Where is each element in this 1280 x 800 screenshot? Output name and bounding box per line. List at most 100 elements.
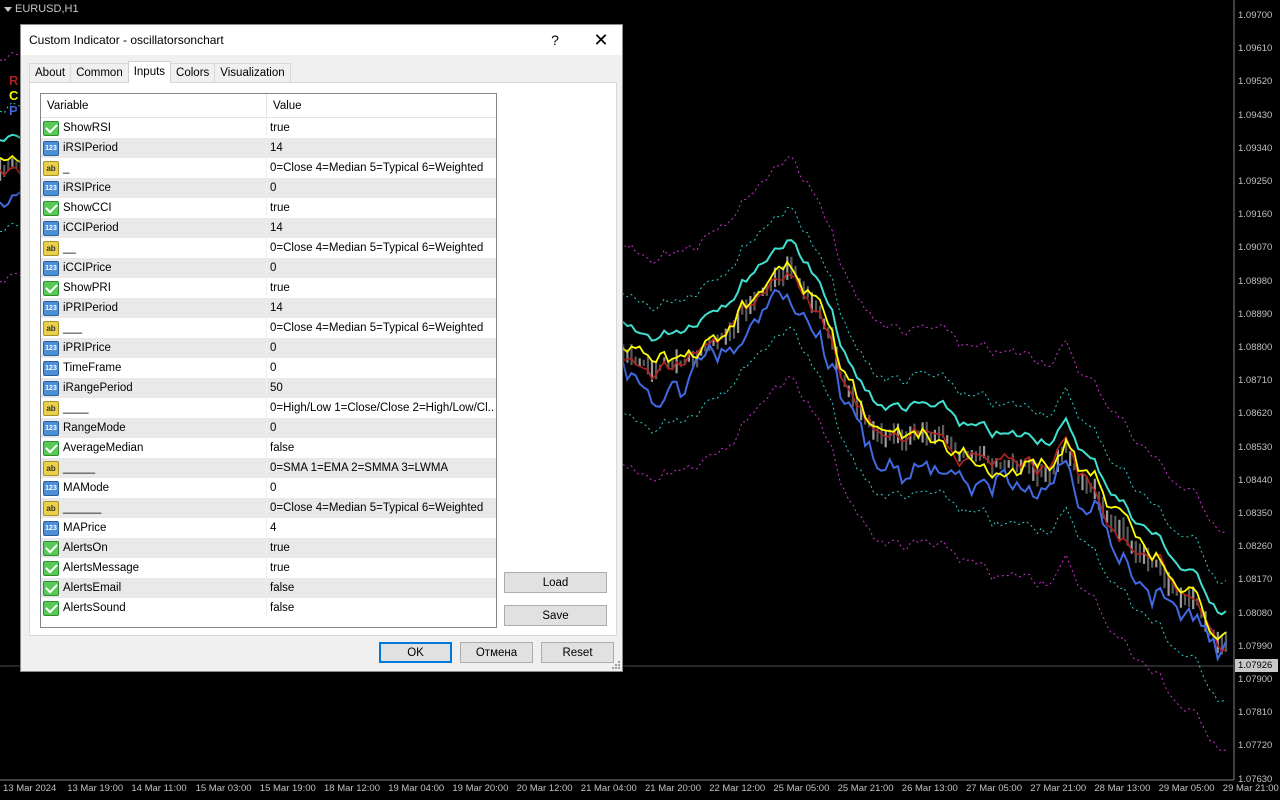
table-row[interactable]: ab ______ 0=Close 4=Median 5=Typical 6=Wei…: [41, 498, 496, 518]
time-tick-label: 13 Mar 19:00: [67, 783, 124, 794]
value-cell[interactable]: 14: [267, 302, 495, 314]
price-tick-label: 1.09430: [1238, 109, 1273, 121]
variable-cell: AverageMedian: [41, 438, 267, 458]
variable-name: iPRIPrice: [63, 342, 111, 354]
value-cell[interactable]: false: [267, 582, 495, 594]
tab-common[interactable]: Common: [70, 63, 129, 83]
table-row[interactable]: ShowCCI true: [41, 198, 496, 218]
resize-grip-icon[interactable]: [610, 659, 620, 669]
value-cell[interactable]: true: [267, 562, 495, 574]
value-cell[interactable]: true: [267, 202, 495, 214]
price-tick-label: 1.09250: [1238, 176, 1273, 187]
table-row[interactable]: 123 MAPrice 4: [41, 518, 496, 538]
value-cell[interactable]: 0=Close 4=Median 5=Typical 6=Weighted: [267, 242, 495, 254]
value-cell[interactable]: 0: [267, 182, 495, 194]
column-header-variable[interactable]: Variable: [41, 94, 267, 117]
value-cell[interactable]: 50: [267, 382, 495, 394]
table-row[interactable]: ab __ 0=Close 4=Median 5=Typical 6=Weighte…: [41, 238, 496, 258]
cancel-button[interactable]: Отмена: [460, 642, 533, 663]
variable-name: ShowPRI: [63, 282, 111, 294]
table-row[interactable]: 123 RangeMode 0: [41, 418, 496, 438]
price-tick-label: 1.09070: [1238, 242, 1273, 254]
help-button[interactable]: ?: [532, 25, 578, 55]
column-header-value[interactable]: Value: [267, 94, 302, 117]
price-tick-label: 1.08620: [1238, 408, 1273, 420]
tab-about[interactable]: About: [29, 63, 72, 83]
variable-cell: ab ___: [41, 318, 267, 338]
value-cell[interactable]: 0=High/Low 1=Close/Close 2=High/Low/Cl..…: [267, 402, 495, 414]
variable-name: ____: [63, 402, 89, 414]
save-button[interactable]: Save: [504, 605, 607, 626]
ok-button[interactable]: OK: [379, 642, 452, 663]
time-tick-label: 20 Mar 12:00: [516, 783, 573, 794]
dialog-titlebar[interactable]: Custom Indicator - oscillatorsonchart ? …: [21, 25, 622, 55]
reset-button[interactable]: Reset: [541, 642, 614, 663]
tab-colors[interactable]: Colors: [170, 63, 216, 83]
table-row[interactable]: 123 iPRIPeriod 14: [41, 298, 496, 318]
table-row[interactable]: ab ____ 0=High/Low 1=Close/Close 2=High/Lo…: [41, 398, 496, 418]
variable-name: ___: [63, 322, 83, 334]
variable-cell: 123 iPRIPrice: [41, 338, 267, 358]
table-row[interactable]: 123 TimeFrame 0: [41, 358, 496, 378]
table-row[interactable]: ShowRSI true: [41, 118, 496, 138]
table-row[interactable]: AlertsMessage true: [41, 558, 496, 578]
bool-type-icon: [43, 560, 59, 576]
table-row[interactable]: 123 iPRIPrice 0: [41, 338, 496, 358]
price-tick-label: 1.07810: [1238, 707, 1273, 719]
variable-cell: 123 TimeFrame: [41, 358, 267, 378]
value-cell[interactable]: 0=Close 4=Median 5=Typical 6=Weighted: [267, 322, 495, 334]
indicator-letter: C: [9, 88, 19, 103]
variable-cell: AlertsMessage: [41, 558, 267, 578]
table-row[interactable]: 123 iRSIPrice 0: [41, 178, 496, 198]
value-cell[interactable]: 0: [267, 362, 495, 374]
tab-inputs[interactable]: Inputs: [127, 61, 172, 83]
value-cell[interactable]: 14: [267, 222, 495, 234]
time-tick-label: 15 Mar 03:00: [195, 783, 252, 794]
variable-cell: ab ____: [41, 398, 267, 418]
table-row[interactable]: AlertsOn true: [41, 538, 496, 558]
table-row[interactable]: 123 iRangePeriod 50: [41, 378, 496, 398]
table-row[interactable]: AlertsSound false: [41, 598, 496, 618]
value-cell[interactable]: true: [267, 542, 495, 554]
variable-name: AlertsSound: [63, 602, 126, 614]
variable-name: iRangePeriod: [63, 382, 133, 394]
int-type-icon: 123: [43, 360, 59, 376]
value-cell[interactable]: 0: [267, 342, 495, 354]
variable-name: MAMode: [63, 482, 110, 494]
table-row[interactable]: AlertsEmail false: [41, 578, 496, 598]
value-cell[interactable]: 0: [267, 482, 495, 494]
value-cell[interactable]: true: [267, 282, 495, 294]
chevron-down-icon[interactable]: [4, 6, 12, 12]
value-cell[interactable]: 0: [267, 422, 495, 434]
value-cell[interactable]: 4: [267, 522, 495, 534]
time-tick-label: 28 Mar 13:00: [1094, 783, 1151, 794]
value-cell[interactable]: 0=SMA 1=EMA 2=SMMA 3=LWMA: [267, 462, 495, 474]
str-type-icon: ab: [43, 400, 59, 416]
table-row[interactable]: ab _ 0=Close 4=Median 5=Typical 6=Weighted: [41, 158, 496, 178]
price-tick-label: 1.08260: [1238, 541, 1273, 553]
value-cell[interactable]: true: [267, 122, 495, 134]
value-cell[interactable]: 0=Close 4=Median 5=Typical 6=Weighted: [267, 162, 495, 174]
bool-type-icon: [43, 120, 59, 136]
time-tick-label: 22 Mar 12:00: [709, 783, 766, 794]
load-button[interactable]: Load: [504, 572, 607, 593]
table-row[interactable]: ShowPRI true: [41, 278, 496, 298]
chart-symbol-label: EURUSD,H1: [4, 3, 79, 15]
table-row[interactable]: 123 iCCIPrice 0: [41, 258, 496, 278]
value-cell[interactable]: 0=Close 4=Median 5=Typical 6=Weighted: [267, 502, 495, 514]
value-cell[interactable]: false: [267, 602, 495, 614]
bool-type-icon: [43, 580, 59, 596]
table-row[interactable]: 123 MAMode 0: [41, 478, 496, 498]
table-row[interactable]: 123 iRSIPeriod 14: [41, 138, 496, 158]
tab-visualization[interactable]: Visualization: [214, 63, 291, 83]
table-row[interactable]: AverageMedian false: [41, 438, 496, 458]
time-tick-label: 13 Mar 2024: [3, 783, 57, 794]
value-cell[interactable]: 0: [267, 262, 495, 274]
table-row[interactable]: ab _____ 0=SMA 1=EMA 2=SMMA 3=LWMA: [41, 458, 496, 478]
variable-name: _____: [63, 462, 95, 474]
close-button[interactable]: ✕: [578, 25, 624, 55]
table-row[interactable]: 123 iCCIPeriod 14: [41, 218, 496, 238]
value-cell[interactable]: 14: [267, 142, 495, 154]
table-row[interactable]: ab ___ 0=Close 4=Median 5=Typical 6=Weight…: [41, 318, 496, 338]
value-cell[interactable]: false: [267, 442, 495, 454]
